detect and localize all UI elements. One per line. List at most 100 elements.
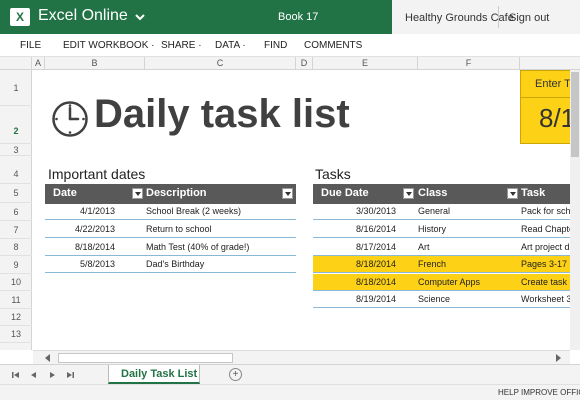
add-sheet-icon[interactable]: + (229, 368, 242, 381)
column-header-c[interactable]: C (145, 57, 296, 70)
header-task: Task (521, 187, 546, 199)
app-name[interactable]: Excel Online (38, 7, 128, 25)
row-header-4[interactable]: 4 (0, 156, 32, 184)
important-date-row[interactable]: 8/18/2014 Math Test (40% of grade!) (45, 239, 296, 256)
important-dates-header: Date Description (45, 184, 296, 204)
important-date-row[interactable]: 4/1/2013 School Break (2 weeks) (45, 203, 296, 220)
tab-share[interactable]: SHARE · (161, 40, 202, 51)
app-brand-bar: X Excel Online Book 17 (0, 0, 392, 34)
last-sheet-icon[interactable] (64, 369, 76, 381)
important-date-row[interactable]: 4/22/2013 Return to school (45, 221, 296, 238)
header-description: Description (146, 187, 207, 199)
description-cell[interactable]: School Break (2 weeks) (146, 206, 294, 216)
due-date-cell[interactable]: 8/18/2014 (313, 277, 396, 287)
date-cell[interactable]: 4/22/2013 (45, 224, 115, 234)
description-cell[interactable]: Dad's Birthday (146, 259, 294, 269)
tab-find[interactable]: FIND (264, 40, 287, 51)
row-header-10[interactable]: 10 (0, 274, 32, 291)
date-cell[interactable]: 8/18/2014 (45, 242, 115, 252)
task-row[interactable]: 8/18/2014 French Pages 3-17 (313, 256, 580, 273)
class-cell[interactable]: Art (418, 242, 513, 252)
scroll-right-icon[interactable] (553, 353, 563, 363)
help-improve-office-link[interactable]: HELP IMPROVE OFFICE (498, 388, 580, 397)
row-header-13[interactable]: 13 (0, 326, 32, 343)
row-header-3[interactable]: 3 (0, 144, 32, 156)
class-cell[interactable]: French (418, 259, 513, 269)
due-date-cell[interactable]: 8/17/2014 (313, 242, 396, 252)
important-date-row[interactable]: 5/8/2013 Dad's Birthday (45, 256, 296, 273)
class-filter-dropdown[interactable] (507, 188, 518, 199)
select-all-corner[interactable] (0, 57, 32, 70)
column-header-a[interactable]: A (32, 57, 45, 70)
tasks-title[interactable]: Tasks (315, 166, 351, 182)
column-header-d[interactable]: D (296, 57, 313, 70)
task-row[interactable]: 8/19/2014 Science Worksheet 3 (313, 291, 580, 308)
row-headers: 1 2 3 4 5 6 7 8 9 10 11 12 13 (0, 70, 32, 350)
row-header-6[interactable]: 6 (0, 203, 32, 221)
excel-logo-icon[interactable]: X (10, 8, 30, 26)
class-cell[interactable]: Science (418, 294, 513, 304)
page-title[interactable]: Daily task list (94, 92, 350, 137)
first-sheet-icon[interactable] (10, 369, 22, 381)
row-header-8[interactable]: 8 (0, 239, 32, 256)
sheet-tab-daily-task-list[interactable]: Daily Task List (108, 365, 200, 384)
divider (498, 6, 499, 28)
date-cell[interactable]: 4/1/2013 (45, 206, 115, 216)
ribbon-tabs: FILE EDIT WORKBOOK · SHARE · DATA · FIND… (0, 34, 580, 56)
sheet-tab-label: Daily Task List (121, 368, 198, 380)
due-date-filter-dropdown[interactable] (403, 188, 414, 199)
horizontal-scrollbar[interactable] (33, 350, 570, 364)
row-header-2[interactable]: 2 (0, 106, 32, 144)
due-date-cell[interactable]: 8/19/2014 (313, 294, 396, 304)
tab-comments[interactable]: COMMENTS (304, 40, 362, 51)
sheet-tabs-bar: Daily Task List + (0, 364, 580, 384)
task-row[interactable]: 3/30/2013 General Pack for scho (313, 203, 580, 220)
header-date: Date (53, 187, 77, 199)
row-header-11[interactable]: 11 (0, 291, 32, 309)
scroll-left-icon[interactable] (43, 353, 53, 363)
title-bar: X Excel Online Book 17 Healthy Grounds C… (0, 0, 580, 34)
due-date-cell[interactable]: 3/30/2013 (313, 206, 396, 216)
row-header-1[interactable]: 1 (0, 70, 32, 106)
description-filter-dropdown[interactable] (282, 188, 293, 199)
column-headers: A B C D E F (0, 56, 580, 70)
next-sheet-icon[interactable] (46, 369, 58, 381)
important-dates-title[interactable]: Important dates (48, 166, 145, 182)
previous-sheet-icon[interactable] (28, 369, 40, 381)
column-header-e[interactable]: E (313, 57, 418, 70)
task-row[interactable]: 8/18/2014 Computer Apps Create task l (313, 274, 580, 291)
description-cell[interactable]: Return to school (146, 224, 294, 234)
description-cell[interactable]: Math Test (40% of grade!) (146, 242, 294, 252)
clock-icon (52, 101, 88, 137)
sign-out-link[interactable]: Sign out (509, 12, 549, 24)
tab-edit-workbook[interactable]: EDIT WORKBOOK · (63, 40, 155, 51)
workbook-name[interactable]: Book 17 (278, 11, 318, 23)
tab-data[interactable]: DATA · (215, 40, 246, 51)
row-header-7[interactable]: 7 (0, 221, 32, 239)
status-bar: HELP IMPROVE OFFICE (0, 384, 580, 400)
column-header-b[interactable]: B (45, 57, 145, 70)
row-header-12[interactable]: 12 (0, 309, 32, 326)
row-header-5[interactable]: 5 (0, 184, 32, 203)
date-cell[interactable]: 5/8/2013 (45, 259, 115, 269)
sheet-grid[interactable]: Daily task list Enter Ta 8/1 Important d… (33, 70, 580, 350)
header-class: Class (418, 187, 448, 199)
class-cell[interactable]: General (418, 206, 513, 216)
row-header-9[interactable]: 9 (0, 256, 32, 274)
vertical-scrollbar[interactable] (570, 70, 580, 350)
excel-online-window: X Excel Online Book 17 Healthy Grounds C… (0, 0, 580, 400)
class-cell[interactable]: Computer Apps (418, 277, 513, 287)
column-header-f[interactable]: F (418, 57, 520, 70)
class-cell[interactable]: History (418, 224, 513, 234)
due-date-cell[interactable]: 8/16/2014 (313, 224, 396, 234)
tab-file[interactable]: FILE (20, 40, 41, 51)
due-date-cell[interactable]: 8/18/2014 (313, 259, 396, 269)
vertical-scroll-thumb[interactable] (571, 72, 579, 157)
task-row[interactable]: 8/16/2014 History Read Chapte (313, 221, 580, 238)
horizontal-scroll-thumb[interactable] (58, 353, 233, 363)
date-filter-dropdown[interactable] (132, 188, 143, 199)
tasks-header: Due Date Class Task (313, 184, 580, 204)
task-row[interactable]: 8/17/2014 Art Art project d (313, 239, 580, 256)
header-due-date: Due Date (321, 187, 369, 199)
chevron-down-icon[interactable] (133, 10, 147, 24)
